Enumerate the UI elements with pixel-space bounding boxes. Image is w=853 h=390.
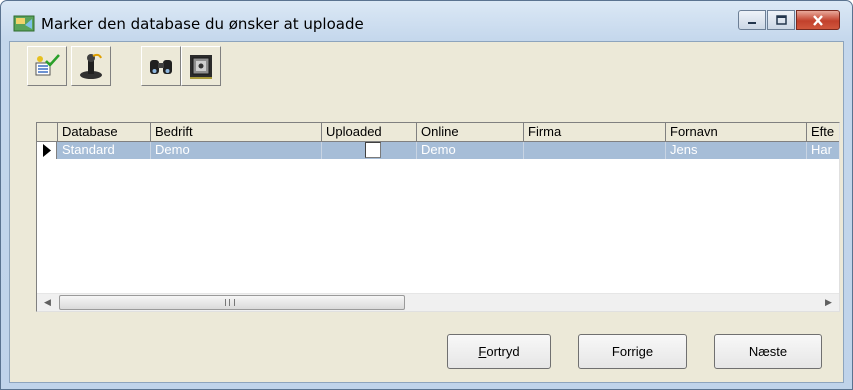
- column-header-online[interactable]: Online: [417, 123, 524, 142]
- maximize-icon: [775, 15, 787, 25]
- cancel-button[interactable]: Fortryd: [447, 334, 551, 369]
- title-bar[interactable]: Marker den database du ønsker at uploade: [1, 1, 852, 41]
- scroll-left-icon: ◀: [44, 297, 51, 307]
- window-title: Marker den database du ønsker at uploade: [41, 15, 364, 33]
- cell-online[interactable]: Demo: [417, 142, 524, 159]
- cell-firma[interactable]: [524, 142, 666, 159]
- column-header-bedrift[interactable]: Bedrift: [151, 123, 322, 142]
- header-indicator: [37, 123, 58, 142]
- select-all-button[interactable]: [27, 46, 67, 86]
- previous-label: Forrige: [611, 344, 654, 359]
- close-button[interactable]: [796, 10, 840, 30]
- next-button[interactable]: Næste: [714, 334, 822, 369]
- column-header-efternavn[interactable]: Efte: [807, 123, 839, 142]
- scroll-right-icon: ▶: [825, 297, 832, 307]
- cell-efternavn[interactable]: Har: [807, 142, 839, 159]
- scroll-left-button[interactable]: ◀: [39, 294, 56, 311]
- horizontal-scrollbar[interactable]: ◀ ▶: [37, 293, 839, 311]
- database-grid[interactable]: Database Bedrift Uploaded Online Firma F…: [36, 122, 840, 312]
- client-area: Database Bedrift Uploaded Online Firma F…: [9, 41, 844, 383]
- safe-icon: [190, 55, 212, 79]
- column-header-firma[interactable]: Firma: [524, 123, 666, 142]
- next-label: Næste: [748, 344, 788, 359]
- cell-fornavn[interactable]: Jens: [666, 142, 807, 159]
- binoculars-icon: [150, 60, 172, 74]
- table-row[interactable]: Standard Demo Demo Jens Har: [37, 142, 839, 159]
- cell-uploaded[interactable]: [322, 142, 417, 159]
- scrollbar-grip-icon: [225, 299, 235, 306]
- previous-button[interactable]: Forrige: [578, 334, 687, 369]
- scroll-right-button[interactable]: ▶: [820, 294, 837, 311]
- grid-header: Database Bedrift Uploaded Online Firma F…: [37, 123, 839, 142]
- joystick-icon: [80, 53, 102, 79]
- joystick-button[interactable]: [71, 46, 111, 86]
- minimize-icon: [748, 22, 756, 24]
- column-header-uploaded[interactable]: Uploaded: [322, 123, 417, 142]
- scrollbar-thumb[interactable]: [59, 295, 405, 310]
- safe-button[interactable]: [181, 46, 221, 86]
- select-all-icon: [35, 54, 60, 76]
- search-button[interactable]: [141, 46, 181, 86]
- cancel-label: ortryd: [486, 344, 520, 359]
- column-header-database[interactable]: Database: [58, 123, 151, 142]
- current-row-arrow-icon: [43, 144, 51, 157]
- column-header-fornavn[interactable]: Fornavn: [666, 123, 807, 142]
- cell-bedrift[interactable]: Demo: [151, 142, 322, 159]
- row-indicator: [37, 142, 57, 159]
- close-icon: [813, 14, 823, 26]
- app-icon: [13, 15, 35, 32]
- upload-database-window: Marker den database du ønsker at uploade: [0, 0, 853, 390]
- cell-database[interactable]: Standard: [58, 142, 151, 159]
- uploaded-checkbox[interactable]: [365, 142, 381, 158]
- maximize-button[interactable]: [767, 10, 795, 30]
- minimize-button[interactable]: [738, 10, 766, 30]
- cancel-mnemonic: F: [478, 344, 487, 359]
